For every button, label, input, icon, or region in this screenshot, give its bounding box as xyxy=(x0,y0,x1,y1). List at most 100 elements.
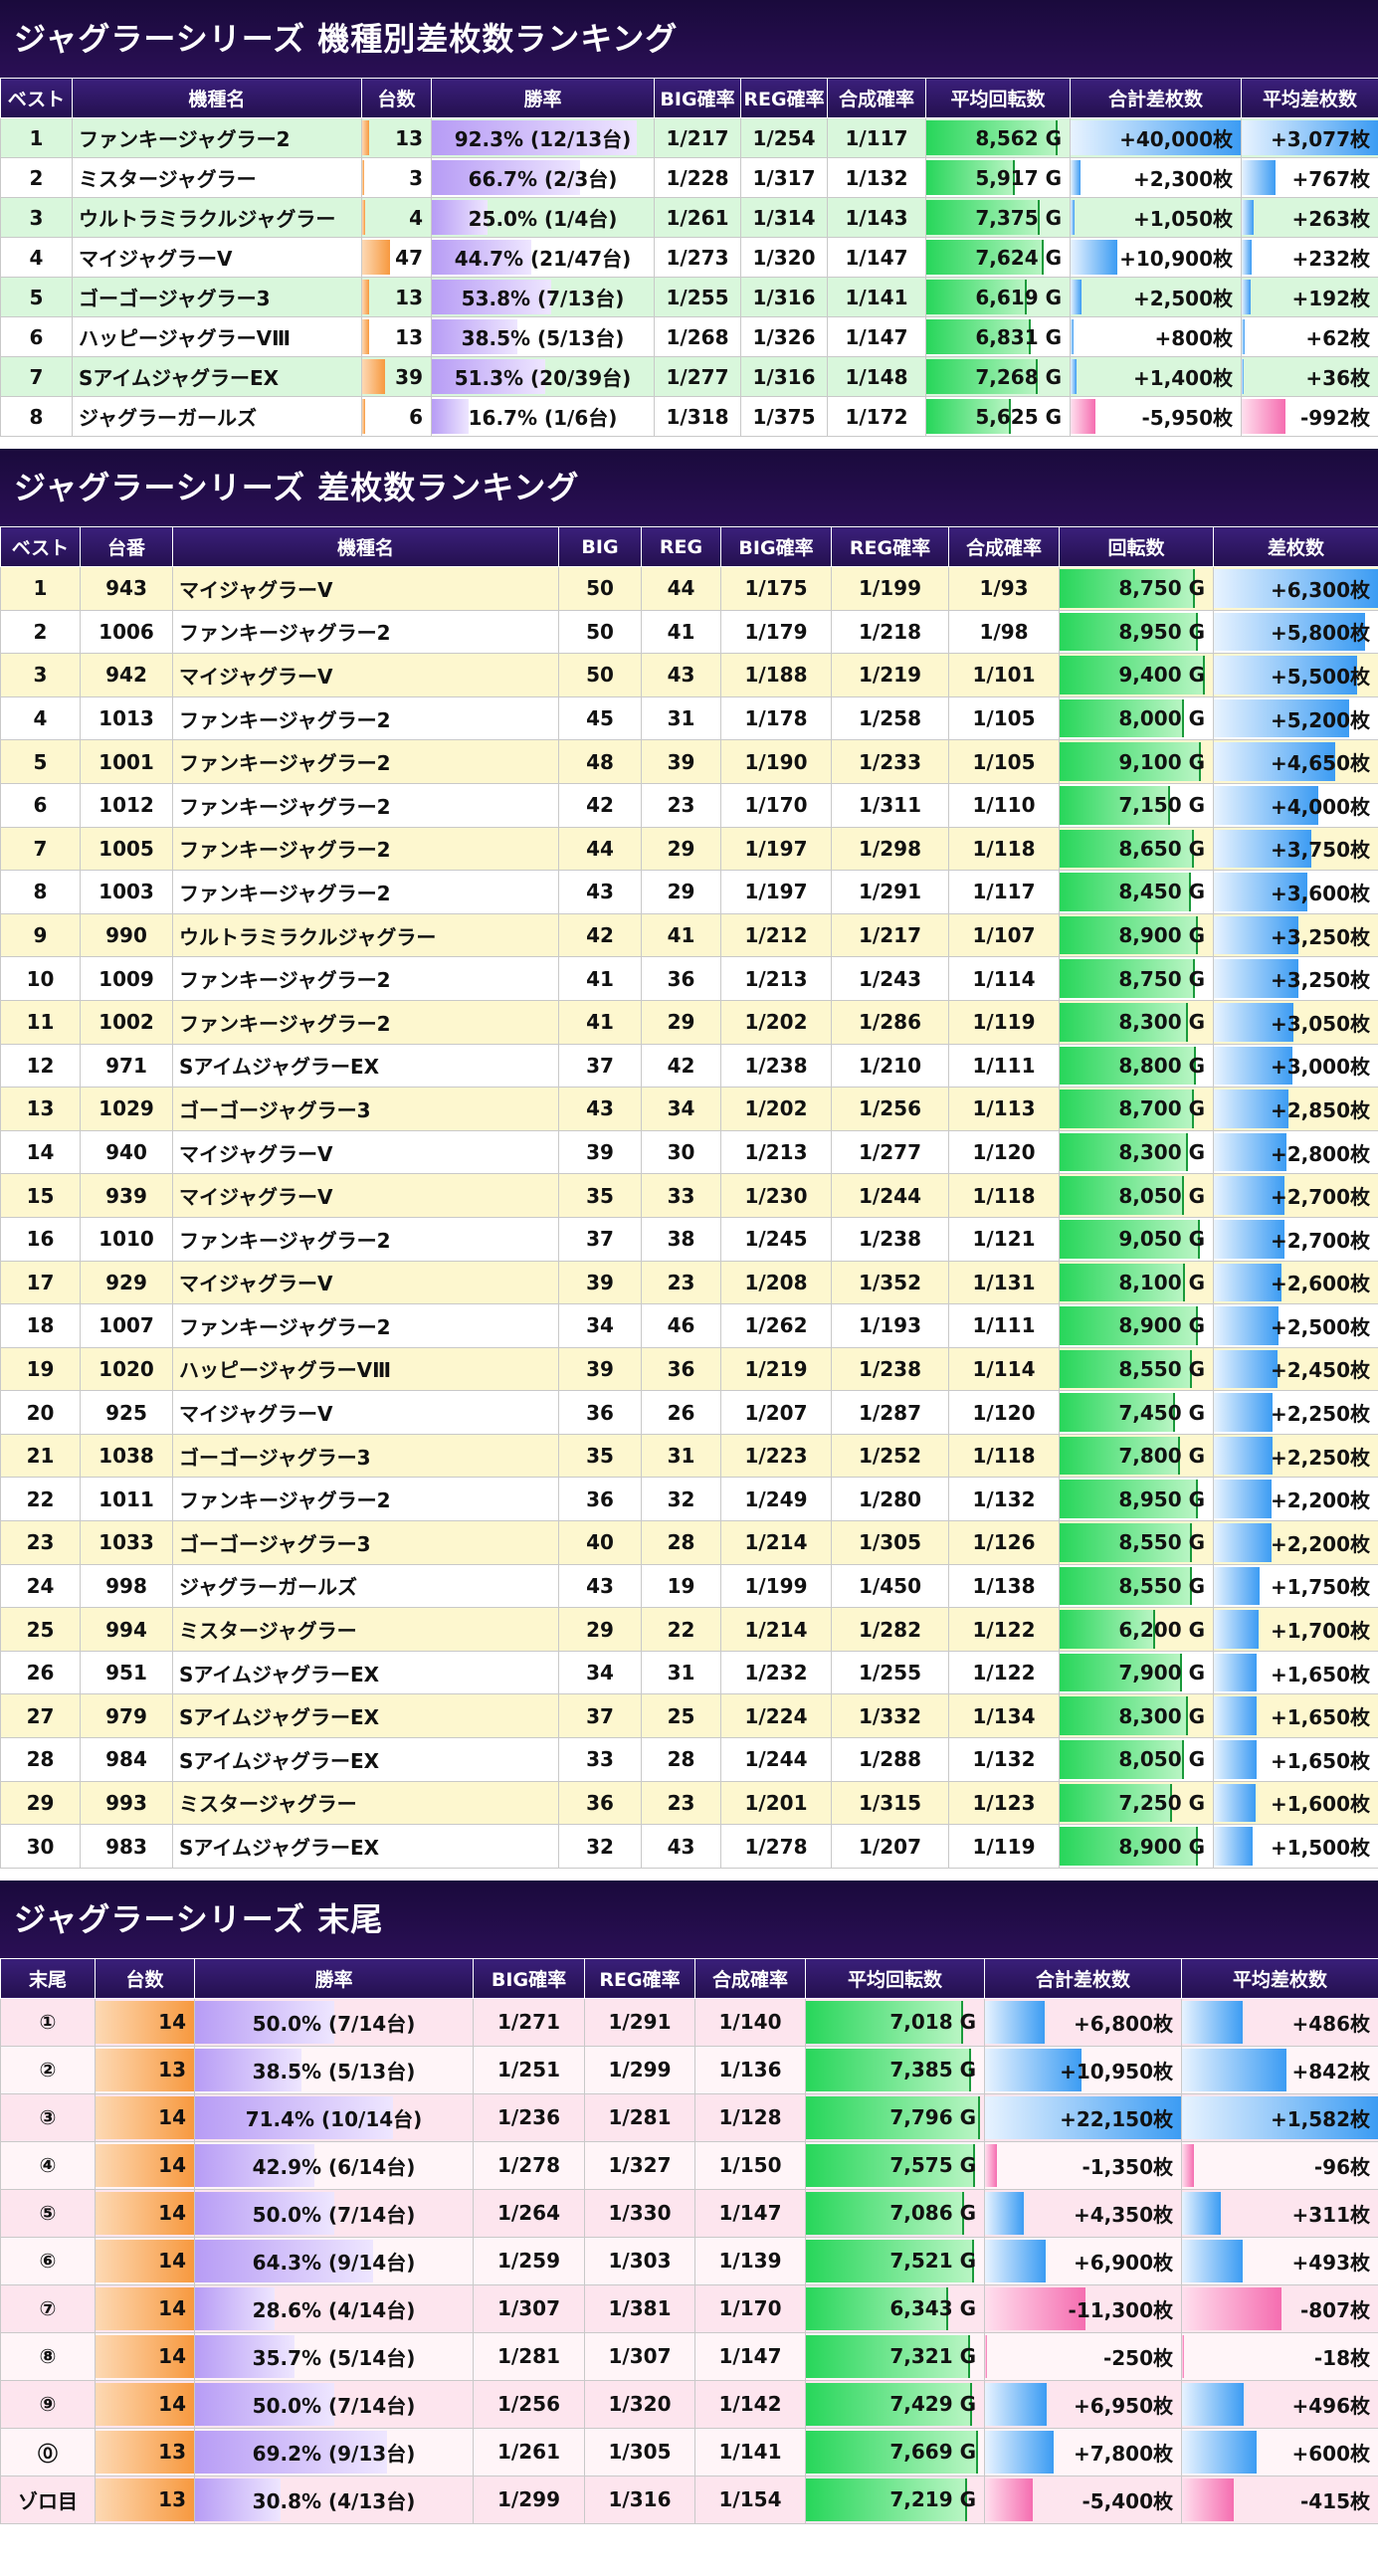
spin-cell-text: 8,300 G xyxy=(1118,1010,1205,1035)
reg-prob-cell: 1/255 xyxy=(831,1650,949,1695)
big-prob-cell: 1/197 xyxy=(720,826,832,872)
column-header: 勝率 xyxy=(431,78,655,118)
total-diff-cell: +7,800枚 xyxy=(984,2427,1182,2477)
rank-cell: 16 xyxy=(0,1216,81,1262)
table-row: 29 993 ミスタージャグラー 36 23 1/201 1/315 1/123 7,250 G… xyxy=(0,1780,1378,1826)
reg-prob-cell: 1/238 xyxy=(831,1216,949,1262)
avg-spin-cell-text: 6,831 G xyxy=(975,324,1062,349)
spin-cell-text: 9,100 G xyxy=(1118,749,1205,774)
total-diff-cell: +1,400枚 xyxy=(1070,356,1242,397)
avg-spin-cell-text: 7,086 G xyxy=(889,2201,976,2226)
reg-prob-cell: 1/320 xyxy=(740,237,828,278)
spin-cell: 9,400 G xyxy=(1059,653,1214,697)
big-prob-cell: 1/202 xyxy=(720,999,832,1045)
table-row: 6 ハッピージャグラーVⅢ 13 38.5% (5/13台) 1/268 1/326 1/1… xyxy=(0,316,1378,357)
rank-cell: 15 xyxy=(0,1173,81,1218)
spin-cell-text: 8,550 G xyxy=(1118,1530,1205,1555)
spin-cell: 8,900 G xyxy=(1059,1824,1214,1869)
spin-cell: 8,950 G xyxy=(1059,609,1214,655)
rank-cell: 14 xyxy=(0,1129,81,1175)
table-row: 2 1006 ファンキージャグラー2 50 41 1/179 1/218 1/98 8,950 … xyxy=(0,609,1378,655)
machine-name-cell: ファンキージャグラー2 xyxy=(172,826,559,872)
reg-count-cell: 46 xyxy=(641,1303,721,1348)
section-title: ジャグラーシリーズ 末尾 xyxy=(0,1880,1378,1958)
reg-prob-cell: 1/258 xyxy=(831,695,949,741)
avg-diff-cell-text: +486枚 xyxy=(1291,2011,1370,2036)
diff-cell: +2,250枚 xyxy=(1213,1390,1378,1435)
reg-prob-cell: 1/299 xyxy=(584,2045,695,2094)
combined-prob-cell: 1/140 xyxy=(694,1997,806,2047)
count-cell-text: 13 xyxy=(395,125,423,150)
rank-cell: 11 xyxy=(0,999,81,1045)
big-prob-cell: 1/230 xyxy=(720,1173,832,1218)
table-row: ② 13 38.5% (5/13台) 1/251 1/299 1/136 7,385 G +1… xyxy=(0,2045,1378,2094)
big-prob-cell: 1/213 xyxy=(720,1129,832,1175)
avg-diff-cell: +486枚 xyxy=(1181,1997,1378,2047)
diff-cell: +1,650枚 xyxy=(1213,1737,1378,1782)
avg-spin-cell: 6,343 G xyxy=(805,2283,985,2333)
machine-number-cell: 925 xyxy=(80,1390,173,1435)
spin-cell: 8,050 G xyxy=(1059,1173,1214,1218)
column-header: BIG確率 xyxy=(473,1957,585,1999)
big-prob-cell: 1/277 xyxy=(654,356,741,397)
big-count-cell: 35 xyxy=(558,1433,642,1479)
spin-cell-text: 8,800 G xyxy=(1118,1053,1205,1078)
reg-count-cell: 36 xyxy=(641,1346,721,1392)
win-rate-cell-text: 50.0% (7/14台) xyxy=(252,2393,416,2418)
combined-prob-cell: 1/101 xyxy=(948,653,1060,697)
diff-cell-text: +5,200枚 xyxy=(1270,707,1370,732)
column-header: 回転数 xyxy=(1059,526,1214,567)
rank-cell: 4 xyxy=(0,237,73,278)
count-cell: 14 xyxy=(95,1997,195,2047)
rank-cell: 23 xyxy=(0,1520,81,1565)
avg-spin-cell-text: 7,385 G xyxy=(889,2058,976,2082)
big-prob-cell: 1/236 xyxy=(473,2092,585,2142)
combined-prob-cell: 1/121 xyxy=(948,1216,1060,1262)
total-diff-cell-text: -5,950枚 xyxy=(1141,406,1233,430)
machine-number-cell: 1029 xyxy=(80,1087,173,1131)
avg-spin-cell-text: 6,619 G xyxy=(975,285,1062,309)
machine-name-cell: ゴーゴージャグラー3 xyxy=(72,277,362,317)
big-prob-cell: 1/261 xyxy=(654,197,741,238)
spin-cell-text: 7,450 G xyxy=(1118,1400,1205,1425)
count-cell: 13 xyxy=(95,2427,195,2477)
table-row: 2 ミスタージャグラー 3 66.7% (2/3台) 1/228 1/317 1/132 5,… xyxy=(0,157,1378,198)
big-prob-cell: 1/281 xyxy=(473,2331,585,2381)
avg-spin-cell-text: 7,669 G xyxy=(889,2440,976,2465)
machine-name-cell: ファンキージャグラー2 xyxy=(172,1477,559,1522)
table-row: ⓪ 13 69.2% (9/13台) 1/261 1/305 1/141 7,669 G +7… xyxy=(0,2427,1378,2477)
reg-prob-cell: 1/210 xyxy=(831,1043,949,1089)
win-rate-cell-text: 38.5% (5/13台) xyxy=(252,2059,416,2083)
reg-prob-cell: 1/352 xyxy=(831,1260,949,1305)
reg-prob-cell: 1/317 xyxy=(740,157,828,198)
machine-name-cell: ファンキージャグラー2 xyxy=(172,870,559,914)
table-row: 8 ジャグラーガールズ 6 16.7% (1/6台) 1/318 1/375 1/172 5,… xyxy=(0,396,1378,437)
total-diff-cell: +40,000枚 xyxy=(1070,117,1242,158)
spin-cell: 8,650 G xyxy=(1059,826,1214,872)
big-prob-cell: 1/299 xyxy=(473,2475,585,2524)
rank-cell: 8 xyxy=(0,396,73,437)
table-row: 26 951 SアイムジャグラーEX 34 31 1/232 1/255 1/122 7,900… xyxy=(0,1650,1378,1695)
column-header: 台数 xyxy=(361,78,432,118)
diff-cell: +2,250枚 xyxy=(1213,1433,1378,1479)
reg-prob-cell: 1/291 xyxy=(831,870,949,914)
machine-name-cell: ミスタージャグラー xyxy=(172,1780,559,1826)
combined-prob-cell: 1/118 xyxy=(948,1433,1060,1479)
combined-prob-cell: 1/119 xyxy=(948,1824,1060,1869)
total-diff-cell-text: +6,800枚 xyxy=(1073,2011,1173,2036)
combined-prob-cell: 1/147 xyxy=(827,316,926,357)
avg-spin-cell-text: 8,562 G xyxy=(975,125,1062,150)
machine-name-cell: マイジャグラーV xyxy=(72,237,362,278)
total-diff-cell-text: -1,350枚 xyxy=(1082,2154,1173,2179)
column-header: REG確率 xyxy=(831,526,949,567)
reg-count-cell: 31 xyxy=(641,1433,721,1479)
spin-cell: 8,550 G xyxy=(1059,1520,1214,1565)
big-prob-cell: 1/255 xyxy=(654,277,741,317)
big-prob-cell: 1/261 xyxy=(473,2427,585,2477)
avg-diff-cell: +311枚 xyxy=(1181,2188,1378,2238)
diff-cell: +3,000枚 xyxy=(1213,1043,1378,1089)
diff-cell-text: +2,600枚 xyxy=(1270,1272,1370,1296)
spin-cell-text: 8,750 G xyxy=(1118,966,1205,991)
avg-diff-cell-text: -992枚 xyxy=(1299,406,1370,430)
win-rate-cell-text: 92.3% (12/13台) xyxy=(454,127,632,151)
